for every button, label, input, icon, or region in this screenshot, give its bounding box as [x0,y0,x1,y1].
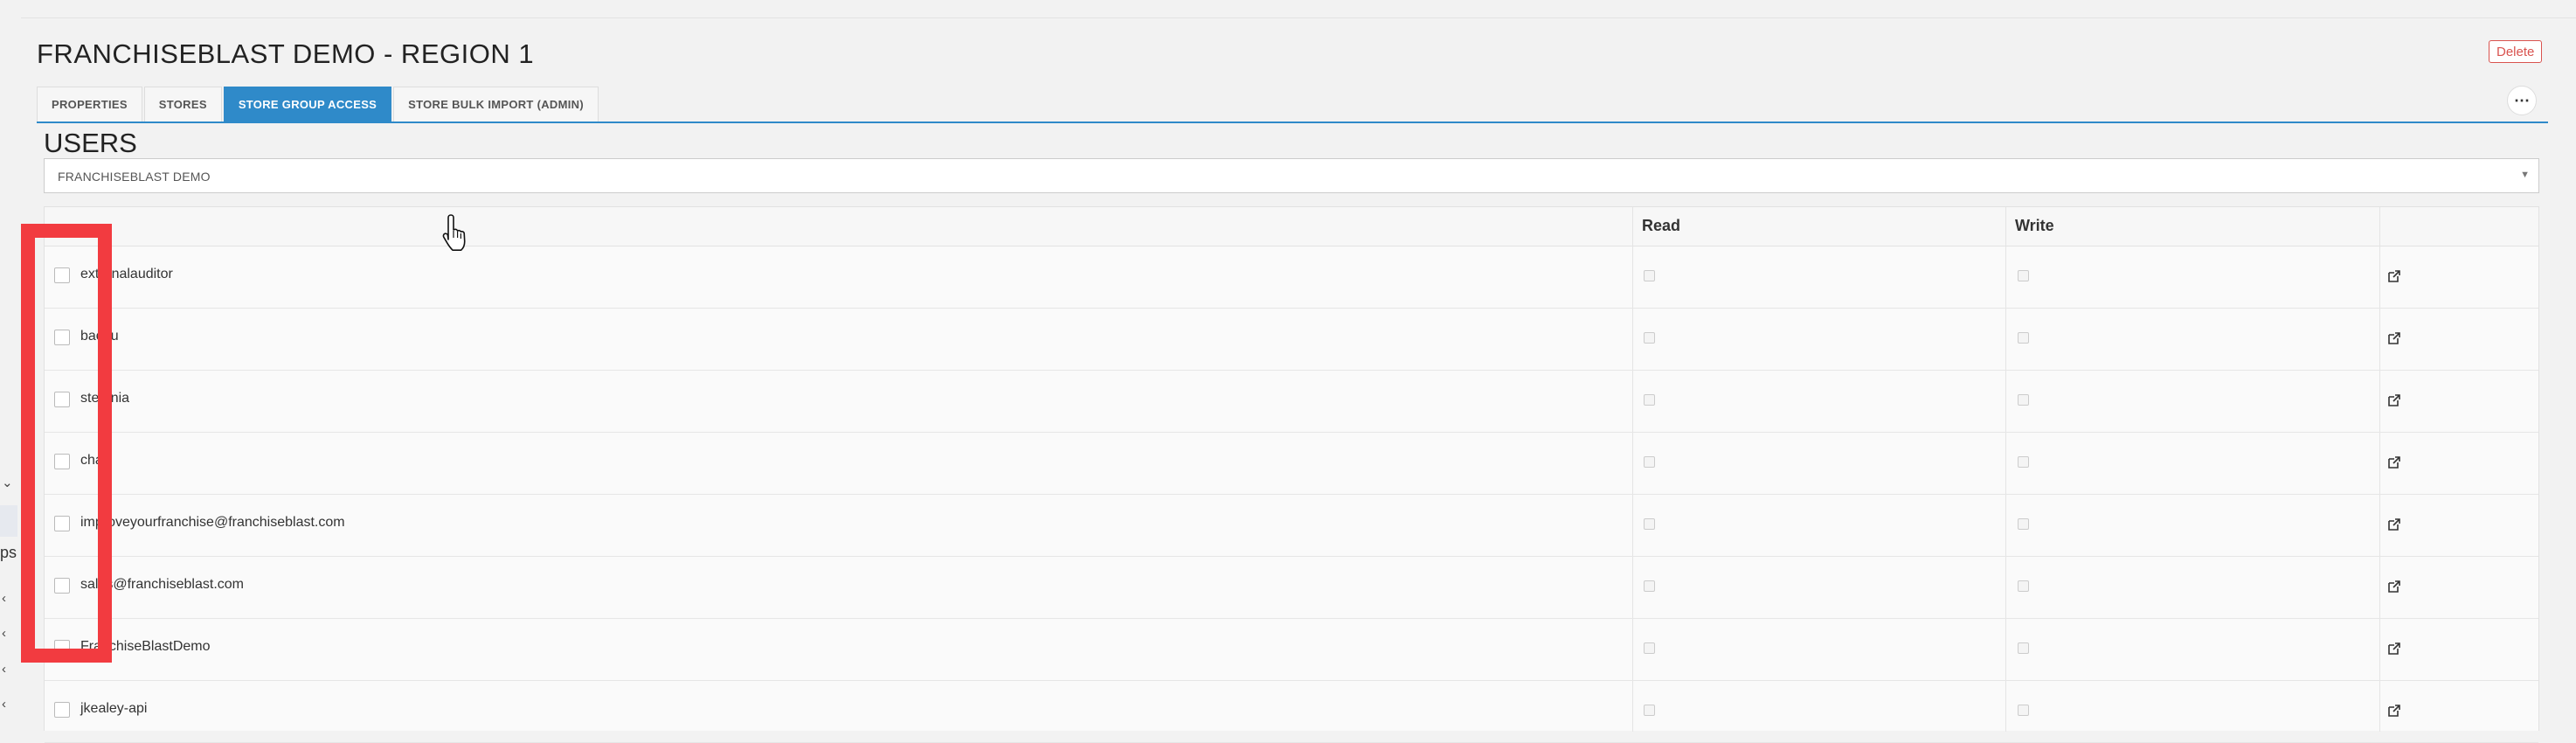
read-checkbox[interactable] [1644,270,1655,281]
chevron-left-icon[interactable]: ‹ [2,663,6,676]
user-name: jkealey-api [80,701,148,716]
chevron-left-icon[interactable]: ‹ [2,592,6,605]
row-select-checkbox[interactable] [54,702,70,718]
table-row[interactable]: stefania [45,370,2538,433]
page-title: FRANCHISEBLAST DEMO - REGION 1 [37,38,535,69]
read-checkbox[interactable] [1644,394,1655,406]
users-section-title: USERS [44,128,137,158]
tab-stores[interactable]: STORES [143,87,222,122]
external-link-icon[interactable] [2386,455,2402,470]
read-checkbox[interactable] [1644,705,1655,716]
chevron-left-icon[interactable]: ‹ [2,698,6,711]
chevron-down-icon: ▼ [2520,170,2530,180]
table-row[interactable]: improveyourfranchise@franchiseblast.com [45,494,2538,557]
annotation-highlight-box [21,224,112,663]
user-group-select[interactable]: FRANCHISEBLAST DEMO ▼ [44,158,2539,193]
table-row[interactable]: chan [45,432,2538,495]
external-link-icon[interactable] [2386,703,2402,719]
sidebar-label-fragment[interactable]: ps [0,544,17,562]
external-link-icon[interactable] [2386,392,2402,408]
left-sidebar: ⌄ ps ‹ ‹ ‹ ‹ [0,0,21,730]
table-header: Read Write [45,207,2538,247]
table-row[interactable]: jkealey-api [45,680,2538,743]
read-checkbox[interactable] [1644,580,1655,592]
chevron-left-icon[interactable]: ‹ [2,627,6,640]
tab-properties[interactable]: PROPERTIES [37,87,142,122]
top-divider [21,17,2576,18]
external-link-icon[interactable] [2386,517,2402,532]
user-name: improveyourfranchise@franchiseblast.com [80,515,345,530]
external-link-icon[interactable] [2386,641,2402,656]
delete-button[interactable]: Delete [2489,40,2543,63]
users-table: Read Write externalauditor baoxu stefani… [44,206,2539,743]
select-value: FRANCHISEBLAST DEMO [58,170,211,184]
read-checkbox[interactable] [1644,456,1655,468]
chevron-down-icon[interactable]: ⌄ [2,476,13,490]
table-row[interactable]: baoxu [45,308,2538,371]
table-row[interactable]: sales@franchiseblast.com [45,556,2538,619]
read-checkbox[interactable] [1644,332,1655,344]
read-checkbox[interactable] [1644,642,1655,654]
external-link-icon[interactable] [2386,268,2402,284]
external-link-icon[interactable] [2386,330,2402,346]
column-header-read[interactable]: Read [1642,217,1680,235]
tab-underline [37,122,2548,123]
write-checkbox[interactable] [2018,394,2029,406]
tab-store-bulk-import[interactable]: STORE BULK IMPORT (ADMIN) [393,87,599,122]
write-checkbox[interactable] [2018,332,2029,344]
table-row[interactable]: FranchiseBlastDemo [45,618,2538,681]
write-checkbox[interactable] [2018,705,2029,716]
write-checkbox[interactable] [2018,270,2029,281]
tab-store-group-access[interactable]: STORE GROUP ACCESS [223,87,392,122]
tab-bar: PROPERTIES STORES STORE GROUP ACCESS STO… [37,87,600,122]
column-header-write[interactable]: Write [2015,217,2054,235]
table-row[interactable]: externalauditor [45,246,2538,309]
write-checkbox[interactable] [2018,580,2029,592]
sidebar-active-item[interactable] [0,505,17,537]
more-options-button[interactable]: ⋯ [2507,86,2537,115]
write-checkbox[interactable] [2018,642,2029,654]
write-checkbox[interactable] [2018,456,2029,468]
read-checkbox[interactable] [1644,518,1655,530]
write-checkbox[interactable] [2018,518,2029,530]
hand-cursor-icon [442,214,466,251]
external-link-icon[interactable] [2386,579,2402,594]
